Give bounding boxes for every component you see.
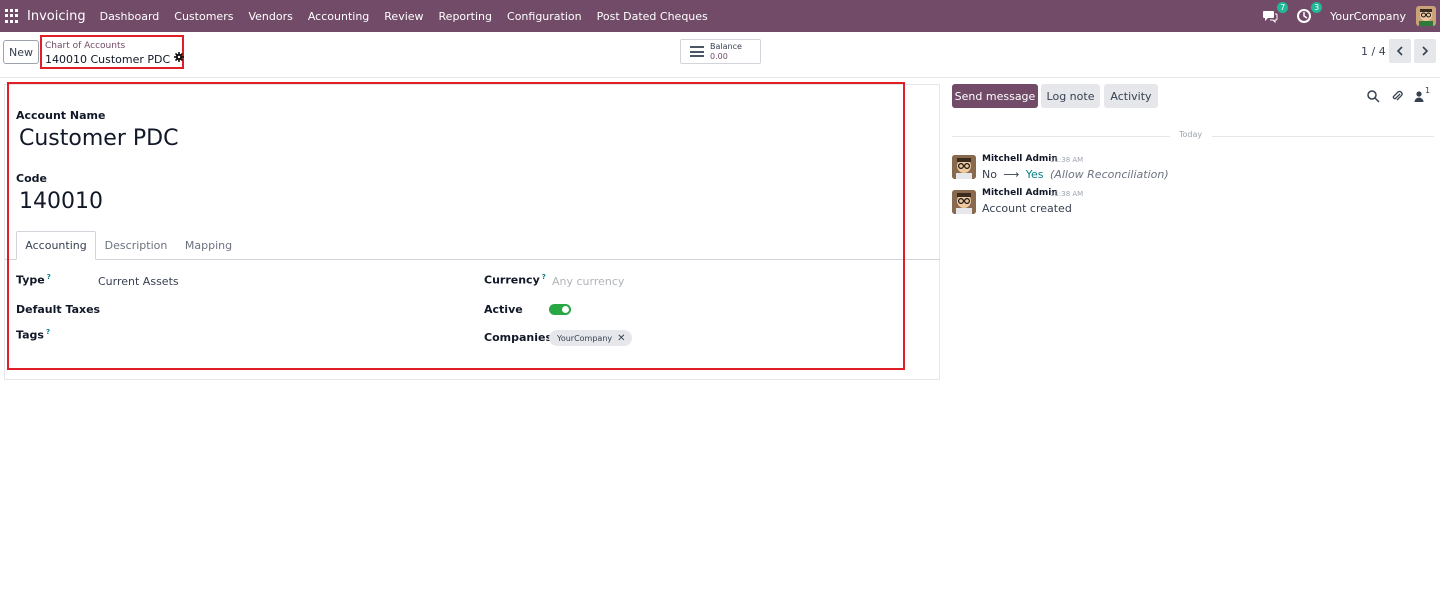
search-icon[interactable] <box>1366 89 1380 103</box>
followers-icon[interactable]: 1 <box>1414 86 1434 103</box>
menu-configuration[interactable]: Configuration <box>507 10 582 23</box>
company-tag: YourCompany ✕ <box>549 330 632 346</box>
user-avatar[interactable] <box>1416 6 1436 26</box>
tab-mapping[interactable]: Mapping <box>175 231 242 260</box>
messages-icon[interactable]: 7 <box>1262 2 1289 24</box>
menu-dashboard[interactable]: Dashboard <box>100 10 160 23</box>
companies-label: Companies <box>484 331 552 344</box>
code-field[interactable]: 140010 <box>19 189 103 214</box>
account-name-label: Account Name <box>16 109 106 122</box>
date-separator-line-right <box>1212 136 1434 137</box>
currency-label: Currency? <box>484 273 546 287</box>
active-label: Active <box>484 303 523 316</box>
pager-previous-button[interactable] <box>1389 39 1411 63</box>
balance-smart-button[interactable]: Balance 0.00 <box>680 39 761 64</box>
tracked-field-name: (Allow Reconciliation) <box>1050 168 1169 181</box>
message-time: 11:38 AM <box>1050 156 1084 164</box>
tracking-change: No ⟶ Yes (Allow Reconciliation) <box>982 168 1169 181</box>
company-tag-label: YourCompany <box>557 333 613 343</box>
breadcrumb: Chart of Accounts 140010 Customer PDC <box>40 35 185 69</box>
currency-help-icon[interactable]: ? <box>542 273 546 281</box>
menu-accounting[interactable]: Accounting <box>308 10 369 23</box>
message-author[interactable]: Mitchell Admin <box>982 188 1058 198</box>
menu-review[interactable]: Review <box>384 10 423 23</box>
toggle-knob <box>562 306 569 313</box>
date-separator-line-left <box>952 136 1170 137</box>
date-separator: Today <box>1179 130 1203 139</box>
balance-label: Balance <box>710 41 742 51</box>
active-toggle[interactable] <box>549 304 571 315</box>
remove-tag-icon[interactable]: ✕ <box>617 333 625 344</box>
followers-count: 1 <box>1425 86 1431 95</box>
menu-reporting[interactable]: Reporting <box>439 10 492 23</box>
currency-field[interactable]: Any currency <box>552 275 624 288</box>
log-note-button[interactable]: Log note <box>1041 84 1100 108</box>
messages-badge: 7 <box>1277 2 1289 13</box>
arrow-right-icon: ⟶ <box>1003 168 1020 181</box>
message-avatar[interactable] <box>952 190 976 214</box>
new-value: Yes <box>1025 168 1044 181</box>
menu-vendors[interactable]: Vendors <box>248 10 292 23</box>
top-navbar: Invoicing Dashboard Customers Vendors Ac… <box>0 0 1440 32</box>
activities-badge: 3 <box>1311 2 1323 13</box>
balance-value: 0.00 <box>710 51 728 61</box>
menu-customers[interactable]: Customers <box>174 10 233 23</box>
list-icon <box>690 46 704 57</box>
record-title: 140010 Customer PDC <box>45 52 171 66</box>
old-value: No <box>982 168 997 181</box>
account-name-field[interactable]: Customer PDC <box>19 126 178 151</box>
apps-menu-icon[interactable] <box>5 9 19 23</box>
default-taxes-label: Default Taxes <box>16 303 101 316</box>
form-tabs: Accounting Description Mapping <box>5 231 940 260</box>
tags-label: Tags? <box>16 328 50 342</box>
new-button[interactable]: New <box>3 40 39 64</box>
tab-description[interactable]: Description <box>98 231 174 260</box>
message-body: Account created <box>982 202 1072 215</box>
tags-help-icon[interactable]: ? <box>46 328 50 336</box>
activity-button[interactable]: Activity <box>1104 84 1158 108</box>
code-label: Code <box>16 172 47 185</box>
message-time: 11:38 AM <box>1050 190 1084 198</box>
app-name[interactable]: Invoicing <box>27 9 86 24</box>
activities-icon[interactable]: 3 <box>1296 2 1323 24</box>
send-message-button[interactable]: Send message <box>952 84 1038 108</box>
company-switcher[interactable]: YourCompany <box>1330 10 1406 23</box>
message-author[interactable]: Mitchell Admin <box>982 154 1058 164</box>
paperclip-icon[interactable] <box>1390 89 1404 103</box>
gear-icon[interactable] <box>174 52 185 66</box>
control-panel: New Chart of Accounts 140010 Customer PD… <box>0 32 1440 78</box>
tab-accounting[interactable]: Accounting <box>16 231 96 260</box>
type-label: Type? <box>16 273 51 287</box>
breadcrumb-parent-link[interactable]: Chart of Accounts <box>45 41 182 52</box>
pager-value[interactable]: 1 / 4 <box>1361 45 1386 58</box>
type-field[interactable]: Current Assets <box>98 275 179 288</box>
menu-post-dated-cheques[interactable]: Post Dated Cheques <box>597 10 708 23</box>
type-help-icon[interactable]: ? <box>47 273 51 281</box>
pager-next-button[interactable] <box>1414 39 1436 63</box>
message-avatar[interactable] <box>952 155 976 179</box>
breadcrumb-current: 140010 Customer PDC <box>45 52 185 66</box>
